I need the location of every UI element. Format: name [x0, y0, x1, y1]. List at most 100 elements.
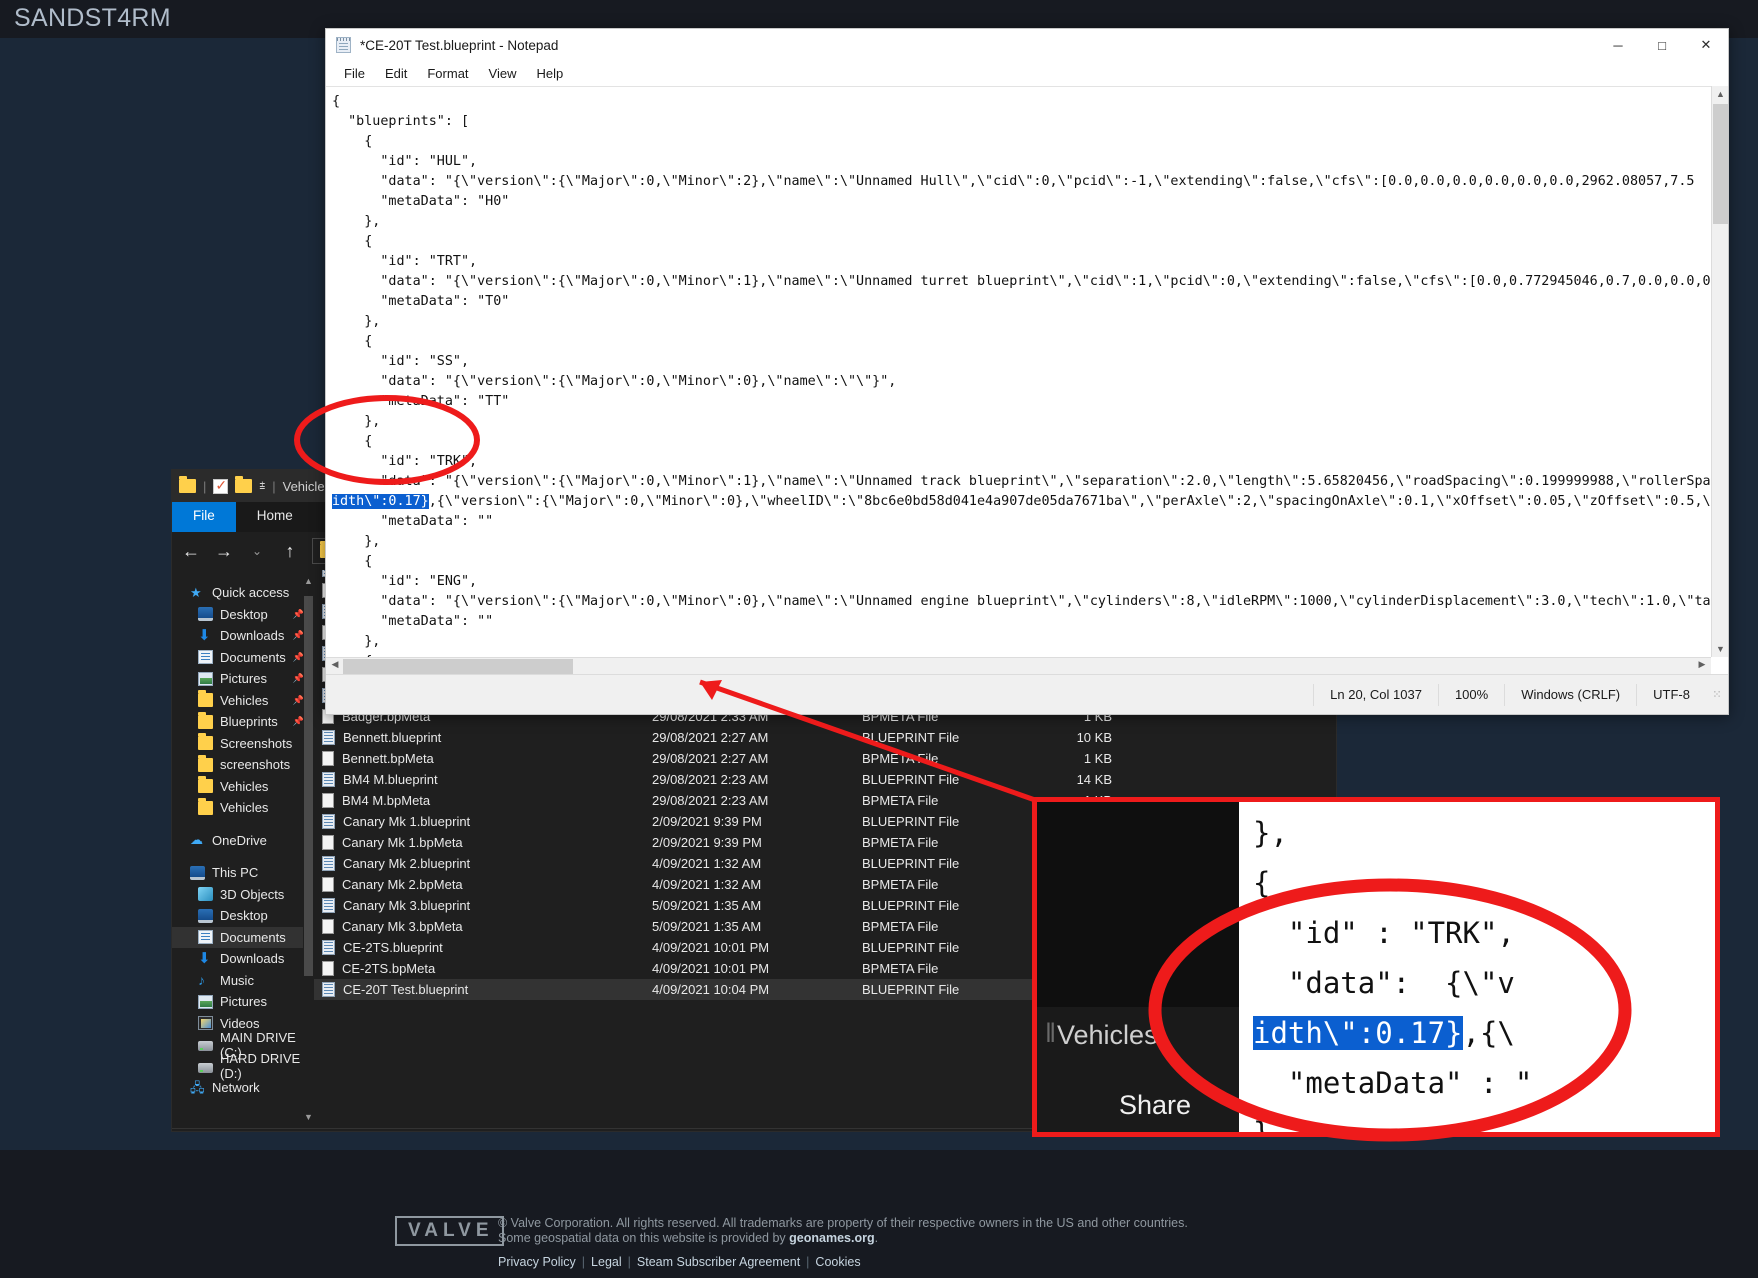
code-line: "data": "{\"version\":{\"Major\":0,\"Min…: [332, 594, 1727, 609]
back-icon[interactable]: ←: [180, 541, 202, 562]
notepad-text-area[interactable]: { "blueprints": [ { "id": "HUL", "data":…: [326, 86, 1728, 674]
magnified-inset: ‖ Vehicles Share }, { "id" : "TRK", "data…: [1032, 797, 1720, 1137]
menu-edit[interactable]: Edit: [375, 63, 417, 84]
sidebar-scroll-thumb[interactable]: [304, 596, 313, 976]
file-date-cell: 4/09/2021 10:01 PM: [652, 961, 770, 976]
sidebar-item-label: Documents: [220, 929, 286, 945]
sidebar-scrollbar[interactable]: ▲ ▼: [303, 570, 314, 1128]
scroll-right-icon[interactable]: ▶: [1694, 659, 1710, 670]
ribbon-tab-home[interactable]: Home: [236, 502, 314, 532]
footer-copyright: © Valve Corporation. All rights reserved…: [498, 1216, 1258, 1246]
scroll-left-icon[interactable]: ◀: [327, 659, 343, 670]
file-date-cell: 4/09/2021 10:04 PM: [652, 982, 770, 997]
table-row[interactable]: BM4 M.blueprint 29/08/2021 2:23 AM BLUEPRI…: [314, 769, 1336, 790]
sidebar-list: ★ Quick access Desktop 📌 ⬇ Downloads 📌 Document…: [172, 582, 314, 1099]
sidebar-item-desktop[interactable]: Desktop 📌: [172, 604, 314, 626]
file-name-label: Canary Mk 3.bpMeta: [342, 919, 463, 934]
sidebar-item-this-pc[interactable]: This PC: [172, 862, 314, 884]
sidebar-item-screenshots[interactable]: screenshots: [172, 754, 314, 776]
scroll-down-icon[interactable]: ▼: [304, 1112, 313, 1122]
footer-links: Privacy Policy | Legal | Steam Subscriber Ag…: [498, 1255, 861, 1269]
maximize-button[interactable]: □: [1640, 29, 1684, 61]
menu-file[interactable]: File: [334, 63, 375, 84]
sidebar-item-quick-access[interactable]: ★ Quick access: [172, 582, 314, 604]
up-icon[interactable]: ↑: [279, 541, 301, 562]
explorer-sidebar[interactable]: ★ Quick access Desktop 📌 ⬇ Downloads 📌 Document…: [172, 570, 314, 1128]
star-icon: ★: [190, 584, 202, 600]
sidebar-item-vehicles[interactable]: Vehicles: [172, 797, 314, 819]
window-buttons[interactable]: ─ □ ✕: [1596, 29, 1728, 61]
menu-help[interactable]: Help: [526, 63, 573, 84]
notepad-menubar[interactable]: File Edit Format View Help: [326, 61, 1728, 86]
sidebar-item-documents[interactable]: Documents: [172, 926, 314, 948]
sidebar-item-music[interactable]: ♪ Music: [172, 970, 314, 992]
meta-file-icon: [322, 835, 334, 850]
sidebar-item-vehicles[interactable]: Vehicles 📌: [172, 690, 314, 712]
notepad-horizontal-scrollbar[interactable]: ◀ ▶: [326, 657, 1711, 674]
notepad-vertical-scrollbar[interactable]: ▲ ▼: [1711, 86, 1728, 657]
sidebar-item-3d-objects[interactable]: 3D Objects: [172, 884, 314, 906]
footer-link-steam-subscriber-agreement[interactable]: Steam Subscriber Agreement: [637, 1255, 800, 1269]
footer-link-legal[interactable]: Legal: [591, 1255, 622, 1269]
notepad-titlebar[interactable]: *CE-20T Test.blueprint - Notepad ─ □ ✕: [326, 29, 1728, 61]
meta-file-icon: [322, 961, 334, 976]
explorer-title-label: Vehicles: [282, 478, 332, 494]
sidebar-item-label: Vehicles: [220, 800, 269, 816]
menu-view[interactable]: View: [479, 63, 527, 84]
file-date-cell: 5/09/2021 1:35 AM: [652, 919, 762, 934]
sidebar-item-documents[interactable]: Documents 📌: [172, 647, 314, 669]
sidebar-item-pictures[interactable]: Pictures: [172, 991, 314, 1013]
footer-link-privacy-policy[interactable]: Privacy Policy: [498, 1255, 576, 1269]
minimize-button[interactable]: ─: [1596, 29, 1640, 61]
file-name-cell: BM4 M.bpMeta: [322, 793, 652, 808]
recent-locations-icon[interactable]: ⌄: [246, 544, 268, 558]
folder-icon: [198, 733, 213, 751]
menu-format[interactable]: Format: [417, 63, 478, 84]
file-name-label: Bennett.blueprint: [343, 730, 442, 745]
sidebar-item-vehicles[interactable]: Vehicles: [172, 776, 314, 798]
forward-icon[interactable]: →: [213, 541, 235, 562]
sidebar-item-network[interactable]: 🖧 Network: [172, 1077, 314, 1099]
close-button[interactable]: ✕: [1684, 29, 1728, 61]
sidebar-item-pictures[interactable]: Pictures 📌: [172, 668, 314, 690]
scroll-up-icon[interactable]: ▲: [304, 576, 313, 586]
footer-geo-suffix: .: [874, 1231, 879, 1245]
table-row[interactable]: Bennett.blueprint 29/08/2021 2:27 AM BLUEP…: [314, 727, 1336, 748]
sidebar-item-blueprints[interactable]: Blueprints 📌: [172, 711, 314, 733]
scroll-up-icon[interactable]: ▲: [1712, 89, 1728, 99]
file-date-cell: 5/09/2021 1:35 AM: [652, 898, 762, 913]
code-line: {: [332, 234, 373, 249]
horizontal-scroll-thumb[interactable]: [343, 659, 573, 674]
sidebar-item-desktop[interactable]: Desktop: [172, 905, 314, 927]
notepad-window[interactable]: *CE-20T Test.blueprint - Notepad ─ □ ✕ F…: [325, 28, 1729, 715]
ribbon-tab-file[interactable]: File: [172, 502, 236, 532]
footer-link-cookies[interactable]: Cookies: [815, 1255, 860, 1269]
download-icon: ⬇: [198, 626, 211, 644]
code-line: "metaData": "TT": [332, 394, 510, 409]
sidebar-item-downloads[interactable]: ⬇ Downloads 📌: [172, 625, 314, 647]
folder-icon: [198, 776, 213, 794]
sidebar-item-screenshots[interactable]: Screenshots: [172, 733, 314, 755]
notepad-text-content[interactable]: { "blueprints": [ { "id": "HUL", "data":…: [326, 87, 1728, 674]
notepad-icon: [336, 37, 351, 53]
sidebar-item-downloads[interactable]: ⬇ Downloads: [172, 948, 314, 970]
vertical-scroll-thumb[interactable]: [1713, 104, 1728, 224]
table-row[interactable]: Bennett.bpMeta 29/08/2021 2:27 AM BPMETA F…: [314, 748, 1336, 769]
sidebar-item-label: Desktop: [220, 606, 268, 622]
chevron-down-icon[interactable]: ⩲: [259, 481, 265, 492]
download-icon: ⬇: [198, 949, 211, 967]
checkbox-icon[interactable]: [213, 477, 229, 494]
scroll-down-icon[interactable]: ▼: [1712, 644, 1728, 654]
sidebar-item-hard-drive-d[interactable]: HARD DRIVE (D:): [172, 1051, 314, 1081]
footer-link-separator: |: [806, 1255, 810, 1269]
sidebar-item-label: Desktop: [220, 908, 268, 924]
desktop-icon: [198, 607, 213, 622]
selected-text: idth\":0.17}: [332, 494, 429, 509]
status-encoding: UTF-8: [1636, 683, 1706, 706]
sidebar-item-onedrive[interactable]: ☁ OneDrive: [172, 830, 314, 852]
code-line: "id": "TRK",: [332, 454, 478, 469]
sidebar-item-label: Pictures: [220, 671, 267, 687]
resize-grip-icon[interactable]: ⁙: [1706, 688, 1728, 701]
footer-geonames-link[interactable]: geonames.org: [789, 1231, 874, 1245]
